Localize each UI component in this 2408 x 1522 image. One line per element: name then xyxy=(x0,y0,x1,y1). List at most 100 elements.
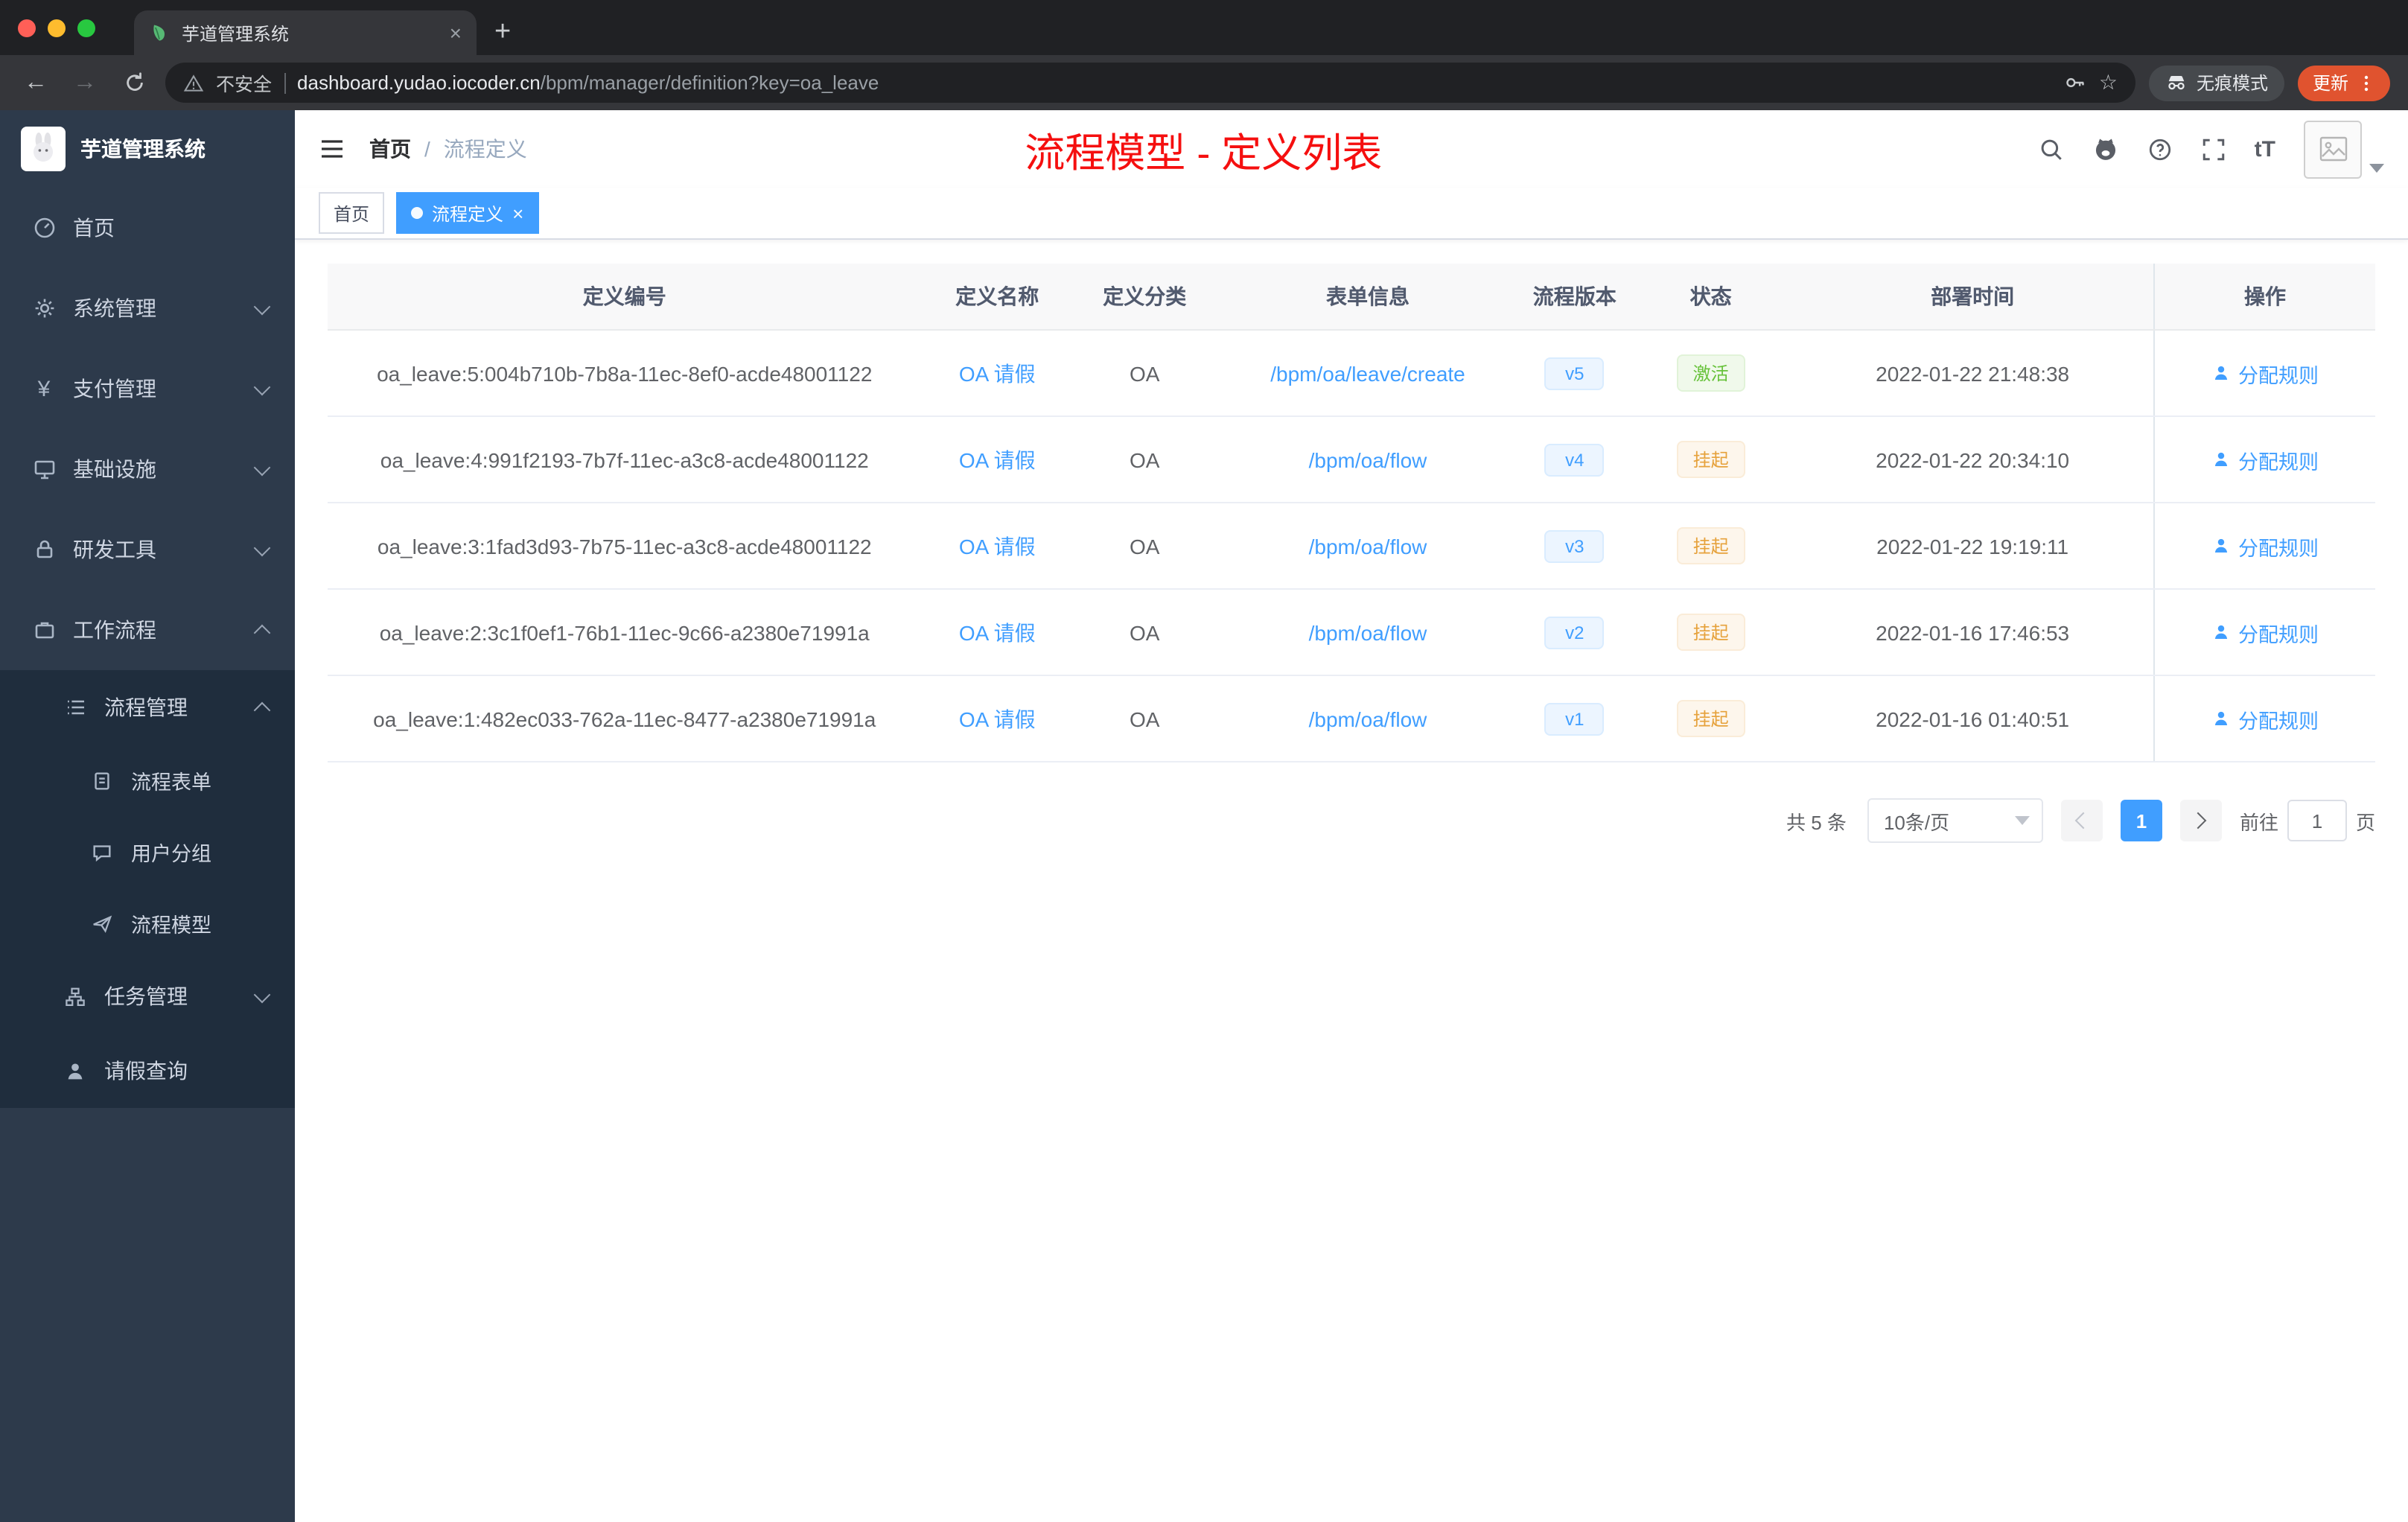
incognito-icon xyxy=(2165,71,2188,94)
definition-table: 定义编号 定义名称 定义分类 表单信息 流程版本 状态 部署时间 操作 oa_l xyxy=(328,264,2375,762)
window-zoom-button[interactable] xyxy=(77,19,95,36)
breadcrumb-home[interactable]: 首页 xyxy=(369,134,411,164)
font-size-icon[interactable]: tT xyxy=(2255,136,2275,162)
sidebar-item-dev-tools[interactable]: 研发工具 xyxy=(0,509,295,590)
address-bar[interactable]: 不安全 dashboard.yudao.iocoder.cn/bpm/manag… xyxy=(165,63,2135,103)
password-key-icon[interactable] xyxy=(2065,71,2087,94)
briefcase-icon xyxy=(31,617,57,643)
table-header-row: 定义编号 定义名称 定义分类 表单信息 流程版本 状态 部署时间 操作 xyxy=(328,264,2375,331)
person-icon xyxy=(2214,452,2228,466)
status-badge: 挂起 xyxy=(1676,441,1745,478)
forward-button[interactable]: → xyxy=(67,65,103,101)
col-form: 表单信息 xyxy=(1216,264,1520,331)
sidebar-item-system[interactable]: 系统管理 xyxy=(0,268,295,348)
hamburger-icon[interactable] xyxy=(319,136,345,162)
sidebar-item-label: 请假查询 xyxy=(104,1059,188,1083)
sidebar-logo[interactable]: 芋道管理系统 xyxy=(0,110,295,188)
tag-home[interactable]: 首页 xyxy=(319,192,385,234)
assign-rule-link[interactable]: 分配规则 xyxy=(2211,358,2319,388)
cell-category: OA xyxy=(1073,675,1217,762)
col-actions: 操作 xyxy=(2153,264,2375,331)
tag-close-icon[interactable]: × xyxy=(512,203,523,223)
pagination: 共 5 条 10条/页 1 前往 页 xyxy=(328,798,2375,843)
assign-rule-link[interactable]: 分配规则 xyxy=(2211,531,2319,561)
version-badge: v5 xyxy=(1544,357,1605,389)
sidebar-item-process-model[interactable]: 流程模型 xyxy=(0,888,295,959)
back-button[interactable]: ← xyxy=(18,65,54,101)
sidebar-item-label: 工作流程 xyxy=(73,618,156,642)
next-page-button[interactable] xyxy=(2179,800,2222,841)
sidebar-item-label: 任务管理 xyxy=(104,984,188,1008)
yen-icon: ¥ xyxy=(37,376,51,401)
assign-rule-link[interactable]: 分配规则 xyxy=(2211,445,2319,474)
sidebar-item-user-group[interactable]: 用户分组 xyxy=(0,816,295,888)
tag-label: 首页 xyxy=(334,203,370,224)
sidebar-item-workflow[interactable]: 工作流程 xyxy=(0,590,295,670)
form-link[interactable]: /bpm/oa/flow xyxy=(1309,448,1427,471)
page-content: 定义编号 定义名称 定义分类 表单信息 流程版本 状态 部署时间 操作 oa_l xyxy=(295,240,2408,1522)
user-avatar xyxy=(2304,120,2362,178)
col-name: 定义名称 xyxy=(921,264,1073,331)
url-path: /bpm/manager/definition?key=oa_leave xyxy=(540,71,879,94)
sidebar-menu: 首页 系统管理 ¥ 支付管理 基础设施 研发工具 工作流程 流程管理 流程表单 … xyxy=(0,188,295,1108)
sidebar-item-process-mgmt[interactable]: 流程管理 xyxy=(0,670,295,745)
definition-name-link[interactable]: OA 请假 xyxy=(959,707,1036,730)
prev-page-button[interactable] xyxy=(2060,800,2103,841)
chevron-left-icon xyxy=(2075,812,2093,830)
form-link[interactable]: /bpm/oa/flow xyxy=(1309,534,1427,558)
reload-button[interactable] xyxy=(116,65,152,101)
sidebar-item-label: 用户分组 xyxy=(131,843,211,865)
status-badge: 挂起 xyxy=(1676,700,1745,737)
new-tab-button[interactable]: + xyxy=(494,16,511,49)
col-id: 定义编号 xyxy=(328,264,922,331)
form-link[interactable]: /bpm/oa/flow xyxy=(1309,707,1427,730)
help-icon[interactable] xyxy=(2147,136,2173,162)
goto-page-input[interactable] xyxy=(2287,800,2347,841)
col-version: 流程版本 xyxy=(1519,264,1630,331)
dashboard-icon xyxy=(31,215,57,241)
sidebar-item-leave-query[interactable]: 请假查询 xyxy=(0,1034,295,1108)
fullscreen-icon[interactable] xyxy=(2201,136,2226,162)
assign-rule-label: 分配规则 xyxy=(2238,710,2319,732)
cell-id: oa_leave:2:3c1f0ef1-76b1-11ec-9c66-a2380… xyxy=(328,589,922,676)
chevron-down-icon xyxy=(253,378,271,395)
definition-name-link[interactable]: OA 请假 xyxy=(959,448,1036,471)
tab-close-icon[interactable]: × xyxy=(450,22,462,43)
sidebar-item-home[interactable]: 首页 xyxy=(0,188,295,268)
definition-name-link[interactable]: OA 请假 xyxy=(959,361,1036,385)
user-menu[interactable] xyxy=(2304,120,2384,178)
sidebar-item-process-form[interactable]: 流程表单 xyxy=(0,745,295,816)
form-link[interactable]: /bpm/oa/flow xyxy=(1309,620,1427,644)
security-warning-icon[interactable] xyxy=(183,72,204,93)
window-close-button[interactable] xyxy=(18,19,36,36)
window-minimize-button[interactable] xyxy=(48,19,66,36)
search-icon[interactable] xyxy=(2039,136,2064,162)
page-size-select[interactable]: 10条/页 xyxy=(1867,798,2043,843)
bookmark-star-icon[interactable]: ☆ xyxy=(2099,70,2118,95)
page-number-button[interactable]: 1 xyxy=(2120,800,2162,841)
sidebar-item-payment[interactable]: ¥ 支付管理 xyxy=(0,348,295,429)
window-controls xyxy=(0,0,116,55)
url-host: dashboard.yudao.iocoder.cn xyxy=(297,71,541,94)
browser-update-button[interactable]: 更新 xyxy=(2297,65,2390,101)
cell-id: oa_leave:4:991f2193-7b7f-11ec-a3c8-acde4… xyxy=(328,416,922,503)
assign-rule-link[interactable]: 分配规则 xyxy=(2211,704,2319,733)
browser-menu-dots-icon[interactable] xyxy=(2357,74,2375,92)
definition-name-link[interactable]: OA 请假 xyxy=(959,534,1036,558)
browser-window: 芋道管理系统 × + ← → 不安全 dashboard.yudao.iocod… xyxy=(0,0,2408,1522)
col-status: 状态 xyxy=(1630,264,1792,331)
github-icon[interactable] xyxy=(2092,136,2119,162)
main-area: 首页 / 流程定义 流程模型 - 定义列表 tT 首页 流程定义 × 定义编号 … xyxy=(295,110,2408,1522)
document-icon xyxy=(89,768,115,793)
version-badge: v3 xyxy=(1544,529,1605,562)
browser-tab[interactable]: 芋道管理系统 × xyxy=(134,10,477,55)
definition-name-link[interactable]: OA 请假 xyxy=(959,620,1036,644)
form-link[interactable]: /bpm/oa/leave/create xyxy=(1270,361,1465,385)
sidebar-item-label: 支付管理 xyxy=(73,377,156,401)
sidebar-item-infra[interactable]: 基础设施 xyxy=(0,429,295,509)
assign-rule-label: 分配规则 xyxy=(2238,450,2319,473)
cell-deploy-time: 2022-01-16 17:46:53 xyxy=(1791,589,2154,676)
assign-rule-link[interactable]: 分配规则 xyxy=(2211,617,2319,647)
tag-active[interactable]: 流程定义 × xyxy=(396,192,539,234)
sidebar-item-task-mgmt[interactable]: 任务管理 xyxy=(0,959,295,1034)
